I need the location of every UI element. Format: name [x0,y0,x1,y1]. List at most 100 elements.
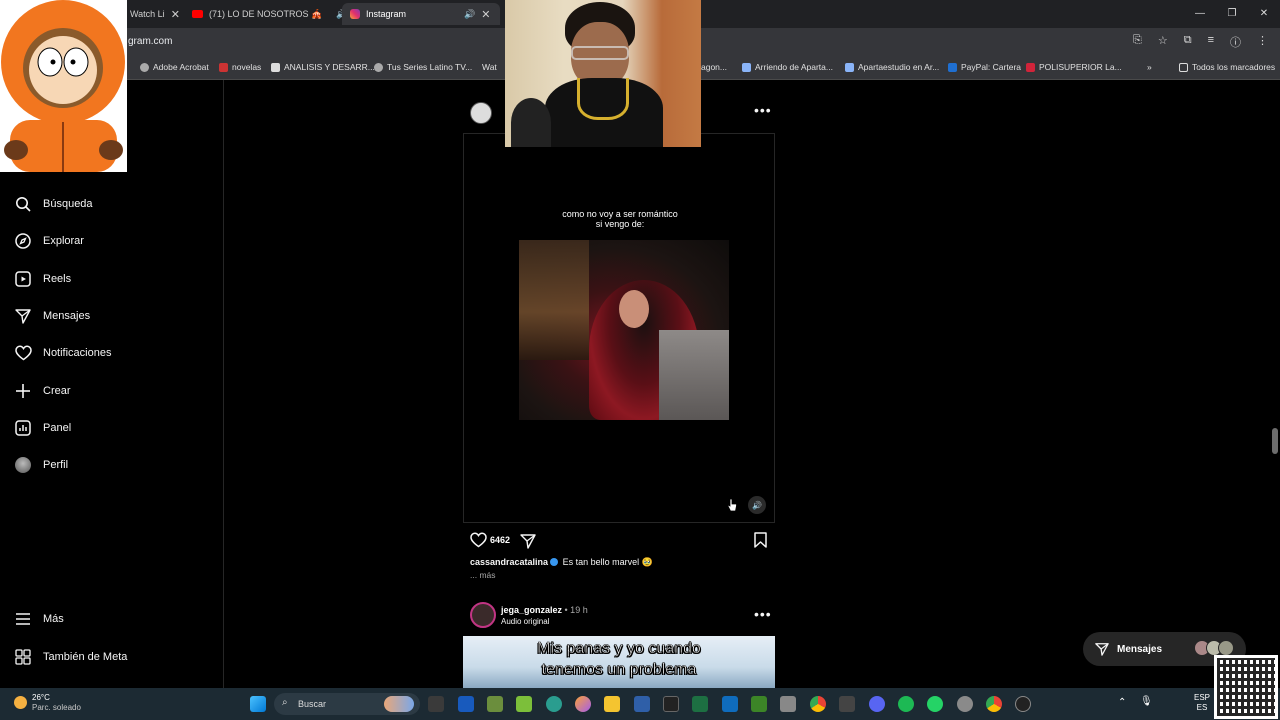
bookmarks-overflow-icon[interactable]: » [1147,62,1152,72]
volume-button[interactable]: 🔊 [748,496,766,514]
more-options-icon[interactable]: ••• [754,606,772,622]
sidebar-item-notificaciones[interactable]: Notificaciones [14,344,111,362]
github-icon[interactable] [1015,696,1031,712]
word-icon[interactable] [458,696,474,712]
windows-start-icon[interactable] [250,696,266,712]
capcut-icon[interactable] [663,696,679,712]
install-app-icon[interactable]: ⎘ [1133,34,1142,50]
sidebar-item-mas[interactable]: Más [14,610,64,628]
sidebar-item-panel[interactable]: Panel [14,419,71,437]
poli-icon [1026,62,1035,72]
task-view-icon[interactable] [428,696,444,712]
discord-icon[interactable] [869,696,885,712]
bookmark-item[interactable]: POLISUPERIOR La... [1026,62,1122,72]
bookmark-item[interactable]: ANALISIS Y DESARR... [271,62,375,72]
edge-icon[interactable] [546,696,562,712]
speaker-icon[interactable]: 🔊 [464,9,475,20]
close-tab-icon[interactable]: ✕ [171,8,180,21]
menu-kebab-icon[interactable]: ⋮ [1257,34,1268,50]
heart-icon [14,344,32,362]
sidebar-item-meta[interactable]: También de Meta [14,648,127,666]
sidebar-item-busqueda[interactable]: Búsqueda [14,195,93,213]
close-tab-icon[interactable]: ✕ [481,8,490,21]
bookmark-item[interactable]: PayPal: Cartera [948,62,1021,72]
avatar[interactable] [470,602,496,628]
caption-username[interactable]: cassandracatalina [470,557,548,567]
minecraft-launcher-icon[interactable] [751,696,767,712]
media-icon[interactable]: ≡ [1208,34,1214,50]
outlook-icon[interactable] [722,696,738,712]
like-icon[interactable] [470,532,487,553]
bookmark-item[interactable]: Apartaestudio en Ar... [845,62,939,72]
qr-code-overlay [1214,655,1278,719]
url-field[interactable]: gram.com [128,36,172,47]
all-bookmarks[interactable]: Todos los marcadores [1179,62,1275,72]
avatar[interactable] [470,102,492,124]
post-media[interactable]: Mis panas y yo cuando tenemos un problem… [463,636,775,688]
post-username[interactable]: jega_gonzalez • 19 h [501,605,588,615]
profile-icon[interactable]: ⓘ [1230,34,1241,50]
plus-icon [14,382,32,400]
close-window-icon[interactable]: ✕ [1248,0,1280,28]
sidebar-item-explorar[interactable]: Explorar [14,232,84,250]
extensions-icon[interactable]: ⧉ [1184,34,1192,50]
verified-badge-icon [550,558,559,566]
bookmark-item[interactable]: novelas [219,62,261,72]
bookmark-icon[interactable] [754,532,767,553]
shield-icon [742,62,751,72]
tab-label: Instagram [366,9,407,19]
app-icon[interactable] [780,696,796,712]
audio-label[interactable]: Audio original [501,617,549,626]
weather-desc: Parc. soleado [32,703,81,712]
bookmark-item[interactable]: Tus Series Latino TV... [374,62,472,72]
tab-label: Watch Li [130,9,165,19]
sidebar-item-reels[interactable]: Reels [14,270,71,288]
minecraft-icon[interactable] [487,696,503,712]
store-icon[interactable] [634,696,650,712]
sidebar-item-mensajes[interactable]: Mensajes [14,307,90,325]
android-icon[interactable] [516,696,532,712]
share-icon[interactable] [520,533,536,554]
sidebar-item-crear[interactable]: Crear [14,382,71,400]
chrome-icon[interactable] [810,696,826,712]
search-icon: ⌕ [282,697,288,708]
taskbar-search[interactable]: ⌕ Buscar [274,693,420,715]
more-link[interactable]: ... más [470,570,496,580]
acrobat-icon [140,62,149,72]
scrollbar-thumb[interactable] [1272,428,1278,454]
avatar [14,456,32,474]
post-media[interactable]: como no voy a ser romántico si vengo de:… [463,133,775,523]
bookmark-item[interactable]: Arriendo de Aparta... [742,62,833,72]
more-options-icon[interactable]: ••• [754,102,772,118]
tab-label: (71) LO DE NOSOTROS 🎪 [209,8,323,19]
spotify-icon[interactable] [898,696,914,712]
tab-instagram[interactable]: Instagram 🔊 ✕ [342,3,500,25]
language-indicator[interactable]: ESP ES [1194,693,1210,713]
bookmark-item[interactable]: Adobe Acrobat [140,62,209,72]
meta-icon [14,648,32,666]
media-player-icon[interactable] [839,696,855,712]
chrome-icon[interactable] [986,696,1002,712]
video-overlay-text: como no voy a ser romántico si vengo de: [464,209,776,229]
bookmark-item[interactable]: Wat [482,62,497,72]
whatsapp-icon[interactable] [927,696,943,712]
copilot-icon[interactable] [575,696,591,712]
excel-icon[interactable] [692,696,708,712]
tray-chevron-icon[interactable]: ⌃ [1118,697,1126,708]
minimize-icon[interactable]: — [1184,0,1216,28]
sidebar-item-perfil[interactable]: Perfil [14,456,68,474]
weather-widget[interactable]: 26°C Parc. soleado [14,693,81,713]
tab-watch[interactable]: Watch Li ✕ [122,3,188,25]
compass-icon [14,232,32,250]
restore-icon[interactable]: ❐ [1216,0,1248,28]
settings-gear-icon[interactable] [957,696,973,712]
weather-sun-icon [14,696,27,709]
instagram-icon [350,9,360,19]
bookmark-item[interactable]: agon... [701,62,727,72]
toolbar-icons: ⎘ ☆ ⧉ ≡ ⓘ ⋮ [1133,34,1268,50]
star-icon[interactable]: ☆ [1158,34,1168,50]
file-explorer-icon[interactable] [604,696,620,712]
webcam-overlay [505,0,701,147]
like-count[interactable]: 6462 [490,535,510,545]
microphone-icon[interactable]: 🎙 [1140,696,1153,707]
